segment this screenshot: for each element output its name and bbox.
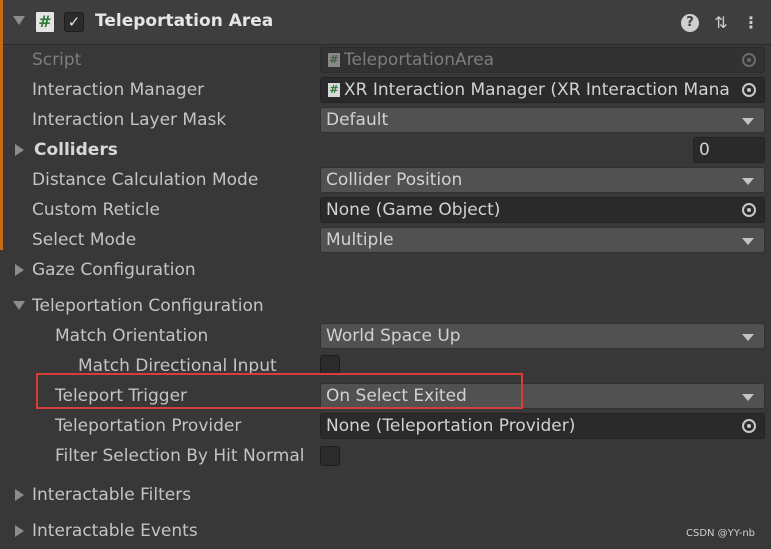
teleportation-provider-value: None (Teleportation Provider)	[326, 416, 576, 436]
component-enabled-checkbox[interactable]: ✓	[64, 12, 84, 32]
dropdown-arrow-icon	[742, 394, 754, 401]
script-icon: #	[36, 12, 54, 32]
interactable-events-label[interactable]: Interactable Events	[32, 520, 198, 542]
distance-calculation-mode-value: Collider Position	[326, 170, 463, 190]
script-file-icon: #	[328, 53, 340, 67]
teleportation-foldout-arrow-icon[interactable]	[13, 301, 25, 310]
interactable-filters-foldout-arrow-icon[interactable]	[15, 489, 24, 501]
select-mode-label: Select Mode	[32, 230, 137, 250]
match-orientation-label: Match Orientation	[55, 326, 209, 346]
teleportation-provider-label: Teleportation Provider	[55, 416, 242, 436]
teleportation-configuration-label[interactable]: Teleportation Configuration	[32, 295, 264, 317]
select-mode-dropdown[interactable]: Multiple	[320, 227, 765, 253]
colliders-size-value: 0	[699, 140, 710, 160]
interactable-filters-label[interactable]: Interactable Filters	[32, 484, 191, 506]
select-mode-value: Multiple	[326, 230, 394, 250]
dropdown-arrow-icon	[742, 178, 754, 185]
match-orientation-dropdown[interactable]: World Space Up	[320, 323, 765, 349]
teleport-trigger-label: Teleport Trigger	[55, 386, 188, 406]
match-orientation-value: World Space Up	[326, 326, 461, 346]
dropdown-arrow-icon	[742, 118, 754, 125]
interaction-layer-mask-value: Default	[326, 110, 389, 130]
dropdown-arrow-icon	[742, 238, 754, 245]
teleport-trigger-dropdown[interactable]: On Select Exited	[320, 383, 765, 409]
collapse-arrow-icon[interactable]	[13, 16, 25, 25]
component-header[interactable]: # ✓ Teleportation Area ? ⇅ ⋮	[0, 0, 771, 45]
custom-reticle-label: Custom Reticle	[32, 200, 160, 220]
teleport-trigger-value: On Select Exited	[326, 386, 467, 406]
custom-reticle-value: None (Game Object)	[326, 200, 501, 220]
help-icon[interactable]: ?	[681, 14, 699, 32]
colliders-label[interactable]: Colliders	[34, 139, 118, 161]
interactable-events-foldout-arrow-icon[interactable]	[15, 525, 24, 537]
component-title: Teleportation Area	[95, 11, 274, 31]
filter-selection-checkbox[interactable]	[320, 446, 340, 466]
object-picker-icon[interactable]	[742, 83, 756, 97]
custom-reticle-field[interactable]: None (Game Object)	[320, 197, 765, 223]
object-picker-icon	[742, 53, 756, 67]
colliders-size-field[interactable]: 0	[693, 137, 765, 163]
distance-calculation-mode-dropdown[interactable]: Collider Position	[320, 167, 765, 193]
object-picker-icon[interactable]	[742, 203, 756, 217]
menu-icon[interactable]: ⋮	[743, 13, 759, 33]
gaze-configuration-label[interactable]: Gaze Configuration	[32, 259, 196, 281]
interaction-manager-field[interactable]: # XR Interaction Manager (XR Interaction…	[320, 77, 765, 103]
preset-icon[interactable]: ⇅	[711, 13, 731, 33]
script-file-icon: #	[328, 83, 340, 97]
script-field: # TeleportationArea	[320, 47, 765, 73]
teleportation-provider-field[interactable]: None (Teleportation Provider)	[320, 413, 765, 439]
interaction-layer-mask-dropdown[interactable]: Default	[320, 107, 765, 133]
gaze-foldout-arrow-icon[interactable]	[15, 264, 24, 276]
match-directional-input-checkbox[interactable]	[320, 355, 340, 375]
selection-accent-bar	[0, 0, 3, 250]
colliders-foldout-arrow-icon[interactable]	[15, 144, 24, 156]
script-label: Script	[32, 50, 82, 70]
object-picker-icon[interactable]	[742, 419, 756, 433]
watermark: CSDN @YY-nb	[685, 528, 755, 539]
interaction-manager-label: Interaction Manager	[32, 80, 205, 100]
distance-calculation-mode-label: Distance Calculation Mode	[32, 170, 259, 190]
match-directional-input-label: Match Directional Input	[78, 356, 277, 376]
script-value: TeleportationArea	[344, 50, 495, 70]
interaction-manager-value: XR Interaction Manager (XR Interaction M…	[344, 80, 730, 100]
interaction-layer-mask-label: Interaction Layer Mask	[32, 110, 227, 130]
dropdown-arrow-icon	[742, 334, 754, 341]
filter-selection-label: Filter Selection By Hit Normal	[55, 446, 305, 466]
